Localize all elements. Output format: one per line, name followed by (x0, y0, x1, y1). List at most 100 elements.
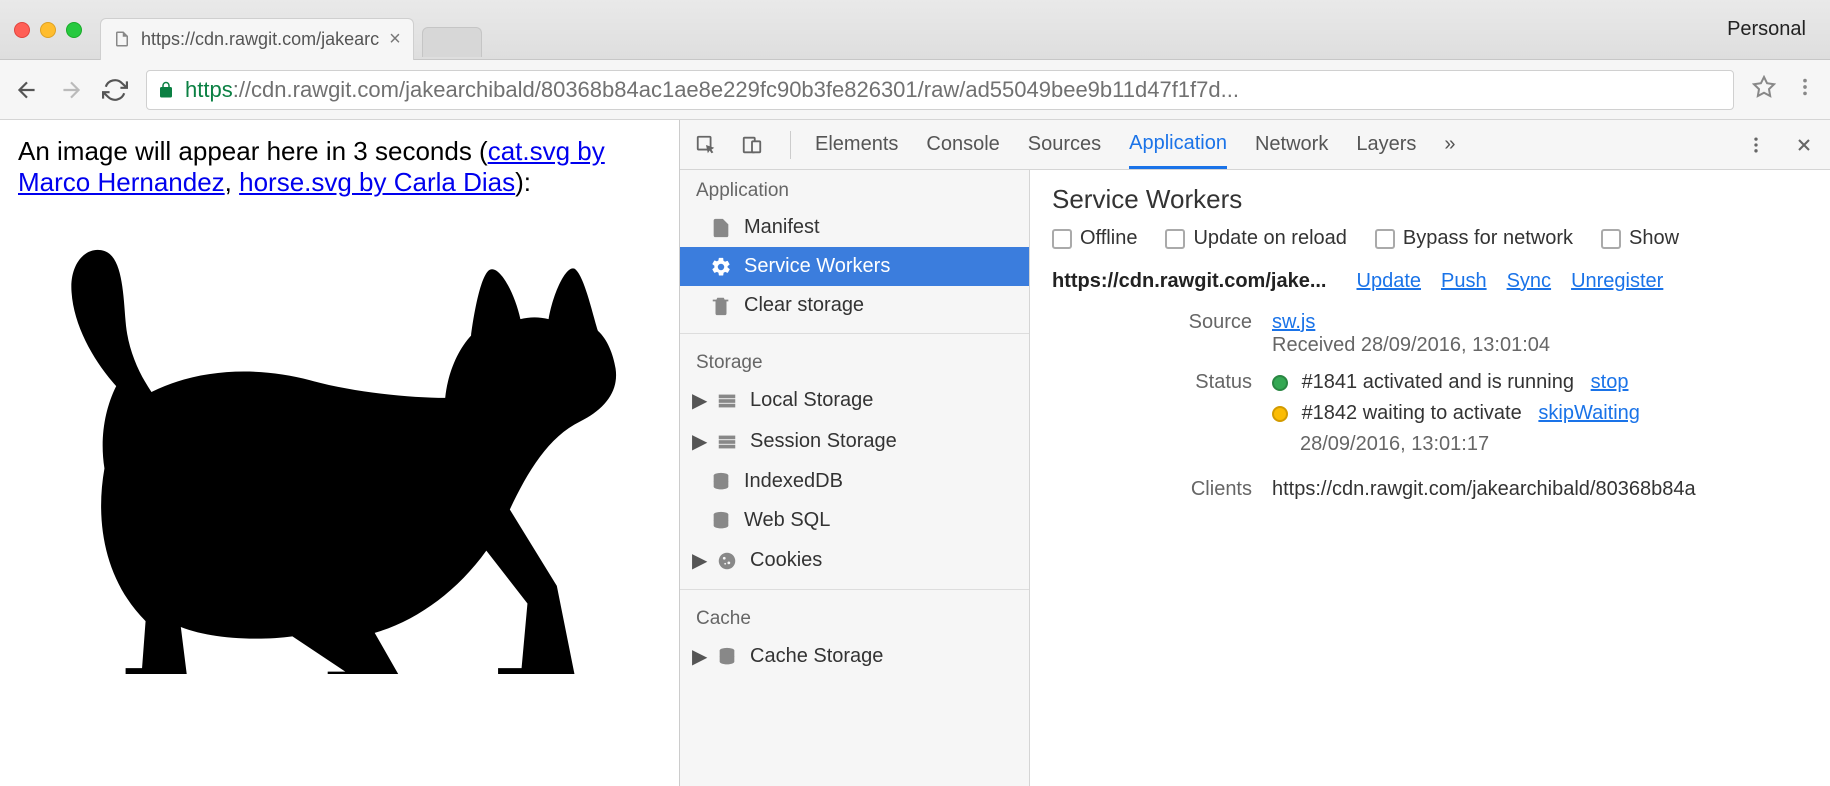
close-window-button[interactable] (14, 22, 30, 38)
separator (790, 131, 791, 159)
content-area: An image will appear here in 3 seconds (… (0, 120, 1830, 786)
back-button[interactable] (14, 77, 40, 103)
tab-layers[interactable]: Layers (1356, 120, 1416, 169)
titlebar: https://cdn.rawgit.com/jakearc × Persona… (0, 0, 1830, 60)
devtools: Elements Console Sources Application Net… (680, 120, 1830, 786)
checkbox-show-all[interactable]: Show (1601, 227, 1679, 250)
status-1-text: #1841 activated and is running (1302, 371, 1574, 393)
section-application: Application (680, 170, 1029, 208)
menu-button[interactable] (1794, 76, 1816, 103)
sidebar-item-clear-storage[interactable]: Clear storage (680, 286, 1029, 325)
application-sidebar: Application Manifest Service Workers Cle… (680, 170, 1030, 786)
devtools-body: Application Manifest Service Workers Cle… (680, 170, 1830, 786)
tab-elements[interactable]: Elements (815, 120, 898, 169)
sidebar-item-label: Cache Storage (750, 645, 883, 668)
address-bar[interactable]: https://cdn.rawgit.com/jakearchibald/803… (146, 70, 1734, 110)
sw-registration-header: https://cdn.rawgit.com/jake... Update Pu… (1052, 270, 1808, 293)
source-file-link[interactable]: sw.js (1272, 311, 1315, 333)
tab-sources[interactable]: Sources (1028, 120, 1101, 169)
label-clients: Clients (1052, 478, 1252, 501)
value-status: #1841 activated and is running stop #184… (1272, 371, 1808, 464)
sw-details-grid: Source sw.js Received 28/09/2016, 13:01:… (1052, 311, 1808, 501)
expand-icon[interactable]: ▶ (692, 548, 704, 573)
action-unregister[interactable]: Unregister (1571, 270, 1663, 293)
expand-icon[interactable]: ▶ (692, 388, 704, 413)
label-status: Status (1052, 371, 1252, 464)
link-horse-svg[interactable]: horse.svg by Carla Dias (239, 167, 515, 197)
devtools-tabs: Elements Console Sources Application Net… (815, 120, 1456, 169)
database-icon (710, 471, 732, 493)
checkbox-offline[interactable]: Offline (1052, 227, 1137, 250)
sidebar-item-indexeddb[interactable]: IndexedDB (680, 462, 1029, 501)
tab-close-button[interactable]: × (389, 28, 401, 51)
status-dot-active-icon (1272, 375, 1288, 391)
expand-icon[interactable]: ▶ (692, 429, 704, 454)
panel-title: Service Workers (1052, 184, 1808, 215)
service-workers-panel: Service Workers Offline Update on reload… (1030, 170, 1830, 786)
sidebar-item-cache-storage[interactable]: ▶ Cache Storage (680, 636, 1029, 677)
status-2-time: 28/09/2016, 13:01:17 (1272, 433, 1808, 456)
action-stop[interactable]: stop (1591, 371, 1629, 393)
maximize-window-button[interactable] (66, 22, 82, 38)
database-icon (710, 510, 732, 532)
tab-application[interactable]: Application (1129, 120, 1227, 169)
cat-image (18, 204, 661, 681)
forward-button[interactable] (58, 77, 84, 103)
source-received: Received 28/09/2016, 13:01:04 (1272, 334, 1550, 356)
section-cache: Cache (680, 598, 1029, 636)
value-source: sw.js Received 28/09/2016, 13:01:04 (1272, 311, 1808, 357)
sidebar-item-session-storage[interactable]: ▶ Session Storage (680, 421, 1029, 462)
sidebar-item-label: Session Storage (750, 430, 897, 453)
browser-chrome: https://cdn.rawgit.com/jakearc × Persona… (0, 0, 1830, 120)
status-2-text: #1842 waiting to activate (1302, 402, 1522, 424)
file-icon (710, 217, 732, 239)
lock-icon (157, 81, 175, 99)
sidebar-item-label: Local Storage (750, 389, 873, 412)
sidebar-item-manifest[interactable]: Manifest (680, 208, 1029, 247)
expand-icon[interactable]: ▶ (692, 644, 704, 669)
checkbox-bypass-for-network[interactable]: Bypass for network (1375, 227, 1573, 250)
action-update[interactable]: Update (1357, 270, 1422, 293)
status-dot-waiting-icon (1272, 406, 1288, 422)
rendered-page: An image will appear here in 3 seconds (… (0, 120, 680, 786)
table-icon (716, 431, 738, 453)
url-text: https://cdn.rawgit.com/jakearchibald/803… (185, 77, 1239, 103)
devtools-tabbar: Elements Console Sources Application Net… (680, 120, 1830, 170)
inspect-element-icon[interactable] (692, 131, 720, 159)
checkbox-update-on-reload[interactable]: Update on reload (1165, 227, 1346, 250)
action-push[interactable]: Push (1441, 270, 1487, 293)
table-icon (716, 390, 738, 412)
new-tab-button[interactable] (422, 27, 482, 57)
device-toggle-icon[interactable] (738, 131, 766, 159)
page-text: An image will appear here in 3 seconds ( (18, 136, 488, 166)
trash-icon (710, 295, 732, 317)
database-icon (716, 646, 738, 668)
sidebar-item-label: IndexedDB (744, 470, 843, 493)
profile-label[interactable]: Personal (1727, 18, 1816, 41)
sidebar-item-label: Manifest (744, 216, 820, 239)
sidebar-item-label: Clear storage (744, 294, 864, 317)
minimize-window-button[interactable] (40, 22, 56, 38)
devtools-menu-icon[interactable] (1742, 131, 1770, 159)
sidebar-item-service-workers[interactable]: Service Workers (680, 247, 1029, 286)
tab-console[interactable]: Console (926, 120, 999, 169)
sidebar-item-label: Web SQL (744, 509, 830, 532)
action-skipwaiting[interactable]: skipWaiting (1538, 402, 1640, 424)
sidebar-item-websql[interactable]: Web SQL (680, 501, 1029, 540)
cookie-icon (716, 550, 738, 572)
browser-tab[interactable]: https://cdn.rawgit.com/jakearc × (100, 18, 414, 60)
action-sync[interactable]: Sync (1507, 270, 1551, 293)
bookmark-star-icon[interactable] (1752, 75, 1776, 104)
sidebar-item-cookies[interactable]: ▶ Cookies (680, 540, 1029, 581)
sidebar-item-local-storage[interactable]: ▶ Local Storage (680, 380, 1029, 421)
tabs-overflow[interactable]: » (1444, 120, 1455, 169)
window-controls (14, 22, 82, 38)
label-source: Source (1052, 311, 1252, 357)
gear-icon (710, 256, 732, 278)
tab-network[interactable]: Network (1255, 120, 1328, 169)
value-clients: https://cdn.rawgit.com/jakearchibald/803… (1272, 478, 1808, 501)
devtools-close-icon[interactable] (1790, 131, 1818, 159)
sidebar-item-label: Service Workers (744, 255, 890, 278)
reload-button[interactable] (102, 77, 128, 103)
tab-title: https://cdn.rawgit.com/jakearc (141, 29, 379, 50)
